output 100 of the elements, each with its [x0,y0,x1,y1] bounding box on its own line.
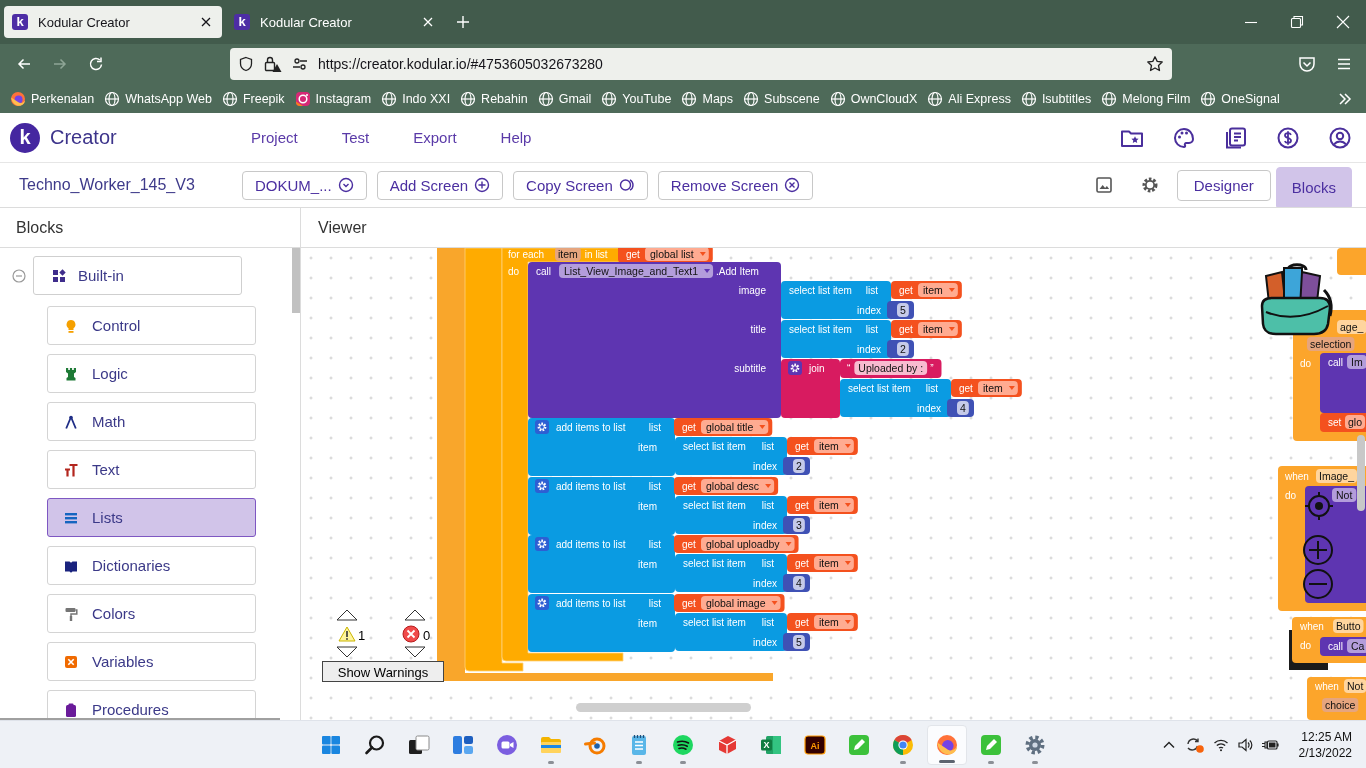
bookmark[interactable]: Maps [681,90,734,107]
backpack-icon[interactable] [1260,263,1333,336]
down-arrow-icon[interactable] [404,646,426,658]
category-item[interactable]: Control [47,306,256,345]
number-field[interactable]: 2 [793,459,805,473]
variable-dropdown[interactable]: item [814,615,854,629]
bookmark[interactable]: Subscene [743,90,820,107]
sound-waves-icon[interactable] [671,732,695,757]
bookmark[interactable]: Freepik [221,90,285,107]
number-field[interactable]: 3 [793,518,805,532]
menu-item[interactable]: Export [413,129,457,146]
component-dropdown[interactable]: age_ [1337,320,1366,334]
shield-icon[interactable] [238,56,254,72]
gear-icon[interactable] [535,537,549,551]
account-icon[interactable] [1328,125,1352,150]
variable-dropdown[interactable]: global title [701,420,769,434]
bookmark[interactable]: Gmail [537,90,592,107]
number-field[interactable]: 5 [897,303,909,317]
number-field[interactable]: 5 [793,635,805,649]
bookmark[interactable]: Indo XXI [381,90,451,107]
variable-dropdown[interactable]: glo [1345,415,1365,429]
browser-icon[interactable] [891,732,915,757]
category-item[interactable]: Logic [47,354,256,393]
component-dropdown[interactable]: List_View_Image_and_Text1 [559,264,714,278]
variable-dropdown[interactable]: global desc [701,479,775,493]
search-icon[interactable] [363,732,387,757]
menu-item[interactable]: Test [341,129,370,146]
category-item[interactable]: Colors [47,594,256,633]
variable-field[interactable]: item [555,248,581,261]
number-field[interactable]: 2 [897,342,909,356]
design-app-logo[interactable]: Ai [803,732,827,757]
menu-item[interactable]: Help [500,129,532,146]
number-field[interactable]: 4 [957,401,969,415]
spreadsheet-logo[interactable]: X [759,732,783,757]
tree-node[interactable]: Built-in [33,256,242,295]
bookmark[interactable]: Isubtitles [1020,90,1092,107]
down-arrow-icon[interactable] [336,646,358,658]
mode-tab[interactable]: Designer [1176,169,1271,201]
vertical-scrollbar[interactable] [292,248,300,313]
component-dropdown[interactable]: Image_ [1316,469,1358,483]
bookmark[interactable]: WhatsApp Web [104,90,212,107]
bookmark[interactable]: OwnCloudX [829,90,918,107]
category-item[interactable]: Lists [47,498,256,537]
app-logo[interactable]: k [10,122,40,153]
gear-icon[interactable] [535,420,549,434]
menu-item[interactable]: Project [251,129,298,146]
join-block[interactable] [781,359,840,418]
settings-icon[interactable] [1140,176,1159,194]
plus-icon[interactable] [455,14,471,30]
bookmark[interactable]: Instagram [294,90,372,107]
bookmark[interactable]: YouTube [601,90,672,107]
lock-warning-icon[interactable] [264,55,282,73]
browser-tab[interactable]: k Kodular Creator [4,6,222,38]
horizontal-scrollbar[interactable] [576,703,751,712]
variable-dropdown[interactable]: item [918,283,958,297]
dollar-icon[interactable] [1276,125,1300,150]
document-list-icon[interactable] [1224,125,1248,150]
bookmark[interactable]: OneSignal [1200,90,1280,107]
screen-dropdown[interactable]: DOKUM_... [242,170,367,200]
gear-icon[interactable] [788,361,802,375]
variable-dropdown[interactable]: item [814,498,854,512]
bookmark[interactable]: Melong Film [1101,90,1191,107]
number-field[interactable]: 4 [793,576,805,590]
category-item[interactable]: Variables [47,642,256,681]
up-arrow-icon[interactable] [404,609,426,621]
zoom-in-icon[interactable] [1303,535,1333,565]
sliders-icon[interactable] [292,56,308,72]
component-dropdown[interactable]: Ca [1347,639,1366,653]
zoom-out-icon[interactable] [1303,569,1333,599]
mode-tab[interactable]: Blocks [1275,167,1352,207]
back-icon[interactable] [16,56,32,72]
crosshair-icon[interactable] [1304,491,1334,521]
component-dropdown[interactable]: Not [1332,488,1357,502]
vertical-scrollbar[interactable] [1357,435,1365,511]
category-item[interactable]: Math [47,402,256,441]
parameter-field[interactable]: choice [1322,698,1359,712]
task-view-icon[interactable] [407,732,431,757]
component-dropdown[interactable]: Not [1344,679,1366,693]
component-dropdown[interactable]: Im [1347,355,1366,369]
parameter-field[interactable]: selection [1307,337,1355,351]
variable-dropdown[interactable]: global list [645,248,709,261]
collapse-icon[interactable] [12,268,26,283]
restore-icon[interactable] [1289,14,1305,30]
variable-dropdown[interactable]: item [978,381,1018,395]
variable-dropdown[interactable]: global image [701,596,781,610]
address-bar[interactable]: https://creator.kodular.io/#4753605032673280 [230,48,1172,80]
add-button[interactable]: Add Screen [376,170,504,200]
variable-dropdown[interactable]: item [814,556,854,570]
bookmark[interactable]: Ali Express [927,90,1011,107]
reload-icon[interactable] [88,56,104,72]
palette-icon[interactable] [1172,125,1196,150]
variable-dropdown[interactable]: item [814,439,854,453]
speaker-icon[interactable] [1236,736,1253,753]
category-item[interactable]: Procedures [47,690,256,720]
bookmark[interactable]: Perkenalan [10,90,95,107]
sync-icon[interactable] [1184,735,1205,754]
variable-dropdown[interactable]: item [918,322,958,336]
gear-icon[interactable] [535,596,549,610]
bookmark[interactable]: Rebahin [460,90,528,107]
taskbar-button[interactable] [927,724,967,765]
